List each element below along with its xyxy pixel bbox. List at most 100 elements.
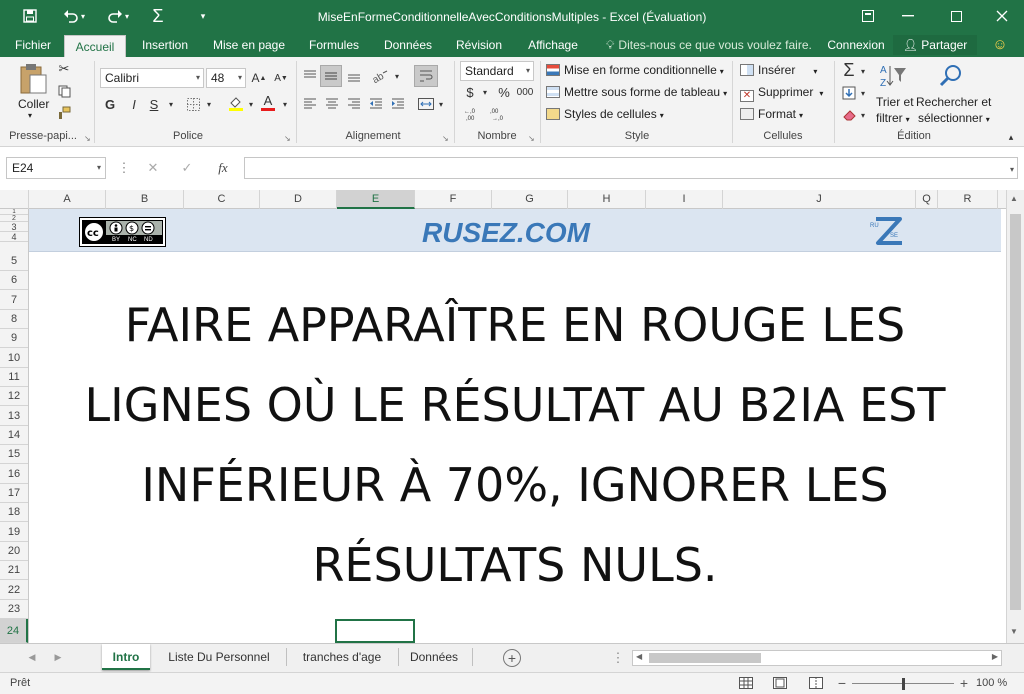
- smiley-feedback-icon[interactable]: ☺: [988, 33, 1012, 57]
- row-header[interactable]: 23: [0, 600, 28, 619]
- sort-filter-label-1[interactable]: Trier et: [876, 95, 914, 109]
- column-header[interactable]: H: [568, 190, 646, 209]
- scroll-tabs-left-icon[interactable]: ◀: [26, 650, 38, 664]
- worksheet[interactable]: cc $ BY NC ND RUSEZ.COM RU SE FAIRE APPA…: [29, 209, 1001, 643]
- tab-home[interactable]: Accueil: [64, 35, 126, 57]
- tab-page-layout[interactable]: Mise en page: [206, 33, 292, 57]
- clipboard-launcher-icon[interactable]: ↘: [84, 134, 91, 143]
- horizontal-scrollbar[interactable]: ◀ ▶: [632, 650, 1002, 666]
- row-header-selected[interactable]: 24: [0, 619, 28, 643]
- autosum-icon[interactable]: Σ: [146, 6, 170, 26]
- zoom-level[interactable]: 100 %: [976, 677, 1007, 689]
- align-center-icon[interactable]: [322, 95, 342, 113]
- tab-data[interactable]: Données: [376, 33, 440, 57]
- paste-button[interactable]: Coller: [18, 97, 49, 111]
- decrease-indent-icon[interactable]: [366, 95, 386, 113]
- align-right-icon[interactable]: [344, 95, 364, 113]
- number-format-combo[interactable]: Standard ▾: [460, 61, 534, 81]
- borders-icon[interactable]: [184, 95, 202, 113]
- minimize-icon[interactable]: [888, 4, 928, 28]
- page-break-view-icon[interactable]: [808, 676, 824, 690]
- insert-cells-button[interactable]: Insérer ▾: [740, 63, 817, 77]
- fill-color-icon[interactable]: [226, 93, 246, 113]
- row-header[interactable]: 17: [0, 484, 28, 503]
- row-header[interactable]: 20: [0, 542, 28, 561]
- tab-insert[interactable]: Insertion: [134, 33, 196, 57]
- insert-function-icon[interactable]: fx: [212, 159, 234, 177]
- align-middle-icon[interactable]: [320, 65, 342, 87]
- column-header[interactable]: R: [938, 190, 998, 209]
- redo-icon[interactable]: ▾: [104, 6, 132, 26]
- number-launcher-icon[interactable]: ↘: [528, 134, 535, 143]
- tab-formulas[interactable]: Formules: [300, 33, 368, 57]
- currency-icon[interactable]: $: [462, 83, 478, 101]
- column-header[interactable]: C: [184, 190, 260, 209]
- row-header[interactable]: 7: [0, 290, 28, 310]
- row-header[interactable]: 2: [0, 215, 28, 222]
- font-launcher-icon[interactable]: ↘: [284, 134, 291, 143]
- sheet-tab-personnel[interactable]: Liste Du Personnel: [158, 644, 280, 670]
- bold-button[interactable]: G: [102, 95, 118, 113]
- zoom-out-icon[interactable]: −: [836, 675, 848, 691]
- cancel-entry-icon[interactable]: ✕: [144, 159, 162, 177]
- share-button[interactable]: 👤︎ Partager: [893, 35, 977, 55]
- row-header[interactable]: 11: [0, 368, 28, 387]
- active-cell-e24[interactable]: [335, 619, 415, 643]
- column-header[interactable]: Q: [916, 190, 938, 209]
- close-icon[interactable]: [982, 4, 1022, 28]
- conditional-formatting-button[interactable]: Mise en forme conditionnelle ▾: [546, 63, 724, 77]
- clear-dropdown-icon[interactable]: ▾: [858, 107, 868, 123]
- normal-view-icon[interactable]: [738, 676, 754, 690]
- signin-link[interactable]: Connexion: [822, 33, 890, 57]
- row-header[interactable]: 5: [0, 252, 28, 271]
- magnifier-icon[interactable]: [934, 61, 968, 91]
- scroll-up-icon[interactable]: ▲: [1010, 194, 1018, 203]
- expand-formula-bar-icon[interactable]: ▾: [1006, 163, 1018, 175]
- row-header[interactable]: 6: [0, 271, 28, 290]
- align-top-icon[interactable]: [300, 67, 320, 85]
- row-header[interactable]: 16: [0, 464, 28, 484]
- vertical-scrollbar[interactable]: ▲ ▼: [1006, 190, 1024, 643]
- page-layout-view-icon[interactable]: [772, 676, 788, 690]
- font-color-dropdown-icon[interactable]: ▾: [280, 95, 290, 113]
- sort-filter-icon[interactable]: AZ: [876, 61, 910, 91]
- column-header[interactable]: I: [646, 190, 723, 209]
- column-header[interactable]: D: [260, 190, 337, 209]
- column-header[interactable]: J: [723, 190, 916, 209]
- font-size-combo[interactable]: 48 ▾: [206, 68, 246, 88]
- tell-me-search[interactable]: 💡︎ Dites-nous ce que vous voulez faire.: [606, 33, 812, 57]
- row-header[interactable]: 8: [0, 310, 28, 329]
- tab-view[interactable]: Affichage: [518, 33, 588, 57]
- format-painter-icon[interactable]: [56, 105, 72, 121]
- decrease-decimal-icon[interactable]: ,00 →,0: [488, 105, 510, 123]
- tab-split-grip-icon[interactable]: ⋮: [612, 650, 625, 666]
- fill-icon[interactable]: [840, 85, 858, 101]
- clear-icon[interactable]: [840, 107, 858, 123]
- orientation-icon[interactable]: ab: [368, 67, 392, 85]
- thousands-separator-icon[interactable]: 000: [514, 83, 536, 101]
- row-header[interactable]: 3: [0, 222, 28, 232]
- collapse-ribbon-icon[interactable]: ▴: [1004, 131, 1018, 143]
- scroll-tabs-right-icon[interactable]: ▶: [52, 650, 64, 664]
- increase-indent-icon[interactable]: [388, 95, 408, 113]
- customize-toolbar-icon[interactable]: ▾: [196, 6, 210, 26]
- wrap-text-icon[interactable]: [414, 65, 438, 87]
- grow-font-icon[interactable]: A ▲: [250, 70, 268, 86]
- confirm-entry-icon[interactable]: ✓: [178, 159, 196, 177]
- vertical-scroll-thumb[interactable]: [1010, 214, 1021, 610]
- undo-icon[interactable]: ▾: [60, 6, 88, 26]
- cut-icon[interactable]: ✂: [56, 61, 72, 77]
- merge-center-icon[interactable]: [416, 95, 436, 113]
- cell-styles-button[interactable]: Styles de cellules ▾: [546, 107, 664, 121]
- orientation-dropdown-icon[interactable]: ▾: [392, 67, 402, 85]
- find-select-label-1[interactable]: Rechercher et: [916, 95, 991, 109]
- autosum-dropdown-icon[interactable]: ▾: [858, 63, 868, 79]
- format-cells-button[interactable]: Format ▾: [740, 107, 803, 121]
- add-sheet-icon[interactable]: +: [503, 649, 521, 667]
- italic-button[interactable]: I: [126, 95, 142, 113]
- row-header[interactable]: 15: [0, 445, 28, 464]
- underline-dropdown-icon[interactable]: ▾: [166, 95, 176, 113]
- zoom-slider-thumb[interactable]: [902, 678, 905, 690]
- underline-button[interactable]: S: [146, 95, 162, 113]
- tab-review[interactable]: Révision: [448, 33, 510, 57]
